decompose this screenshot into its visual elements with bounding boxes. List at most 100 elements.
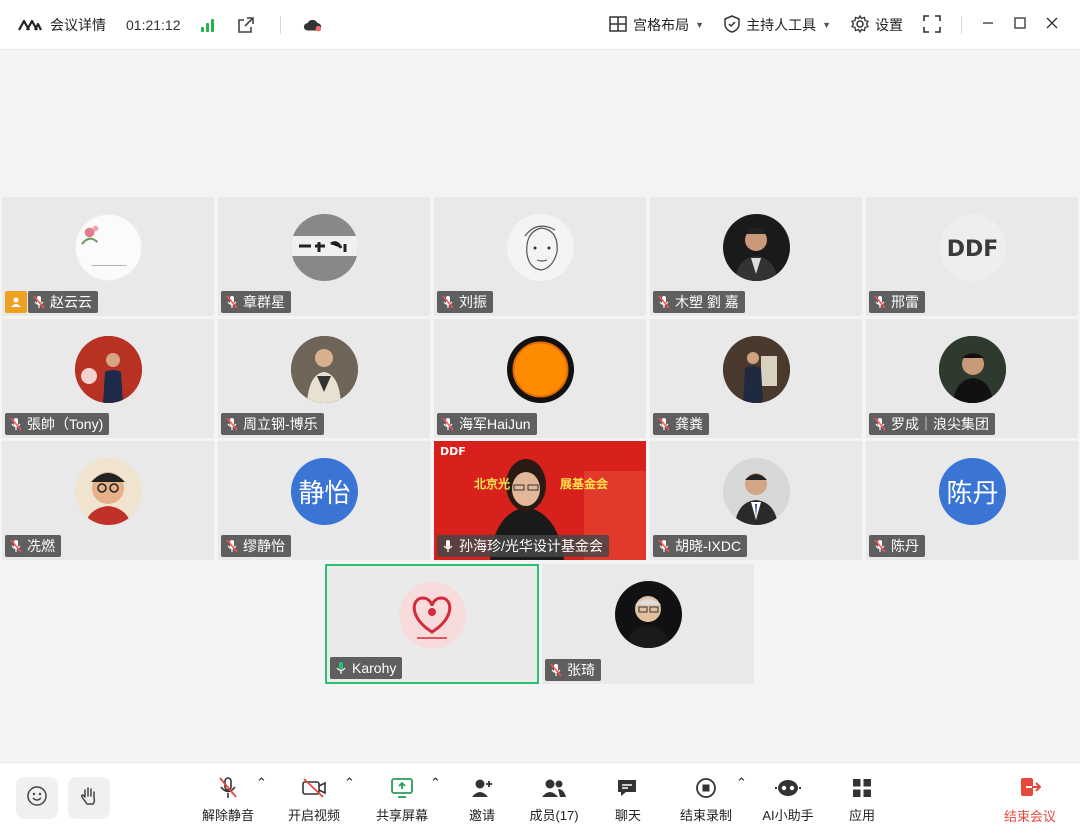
- chevron-up-icon[interactable]: ⌃: [344, 775, 355, 791]
- avatar: [75, 336, 142, 403]
- ai-assistant-button[interactable]: AI小助手: [760, 775, 816, 824]
- close-icon: [1046, 16, 1058, 34]
- participant-tile[interactable]: 赵云云: [2, 197, 214, 316]
- host-tools-button[interactable]: 主持人工具 ▼: [724, 14, 831, 36]
- mic-muted-icon: [873, 417, 887, 431]
- layout-label: 宫格布局: [633, 17, 690, 33]
- participant-name: 罗成｜浪尖集团: [891, 416, 989, 432]
- video-logo: DDF: [440, 445, 466, 458]
- chevron-up-icon[interactable]: ⌃: [256, 775, 267, 791]
- participant-tile[interactable]: 章群星: [218, 197, 430, 316]
- meeting-details-link[interactable]: 会议详情: [50, 15, 106, 35]
- nameplate: 龚粪: [653, 413, 709, 435]
- fullscreen-icon: [923, 14, 941, 36]
- participant-tile[interactable]: 陈丹 陈丹: [866, 441, 1078, 560]
- participant-tile[interactable]: 静怡 缪静怡: [218, 441, 430, 560]
- settings-button[interactable]: 设置: [851, 14, 903, 36]
- avatar: [723, 458, 790, 525]
- mic-muted-icon: [441, 295, 455, 309]
- share-screen-button[interactable]: 共享屏幕: [374, 775, 430, 824]
- participant-tile[interactable]: 周立钢-博乐: [218, 319, 430, 438]
- unmute-label: 解除静音: [201, 808, 254, 823]
- camera-off-icon: [301, 775, 327, 801]
- app-logo-icon: [18, 18, 42, 32]
- apps-label: 应用: [848, 808, 875, 823]
- nameplate: 海军HaiJun: [437, 413, 537, 435]
- divider: [961, 16, 962, 34]
- participant-tile[interactable]: 冼燃: [2, 441, 214, 560]
- avatar: [723, 214, 790, 281]
- mic-icon: [441, 539, 455, 553]
- participant-name: 缪静怡: [243, 538, 285, 554]
- emoji-reaction-button[interactable]: [16, 777, 58, 819]
- nameplate: 周立钢-博乐: [221, 413, 324, 435]
- ai-assistant-label: AI小助手: [762, 808, 814, 823]
- nameplate: 陈丹: [869, 535, 925, 557]
- participant-tile[interactable]: 刘振: [434, 197, 646, 316]
- avatar: [291, 214, 358, 281]
- raise-hand-button[interactable]: [68, 777, 110, 819]
- mic-muted-icon: [549, 663, 563, 677]
- members-button[interactable]: 成员(17): [525, 775, 583, 824]
- nameplate: 缪静怡: [221, 535, 291, 557]
- grid-layout-icon: [609, 15, 627, 35]
- mic-muted-icon: [9, 417, 23, 431]
- avatar: [723, 336, 790, 403]
- apps-grid-icon: [849, 775, 875, 801]
- avatar: [75, 214, 142, 281]
- video-grid: 赵云云 章群星 刘振 木塑 劉 嘉 DDF 邢雷 張帥（Tony) 周立钢-博乐…: [0, 51, 1080, 761]
- avatar: DDF: [939, 214, 1006, 281]
- chevron-up-icon[interactable]: ⌃: [736, 775, 747, 791]
- chevron-down-icon: ▼: [822, 20, 831, 30]
- network-signal-icon[interactable]: [200, 18, 214, 32]
- participant-tile[interactable]: 海军HaiJun: [434, 319, 646, 438]
- cloud-recording-icon[interactable]: [303, 15, 323, 35]
- minimize-button[interactable]: [972, 10, 1004, 40]
- exit-icon: [1018, 775, 1042, 802]
- svg-text:DDF: DDF: [947, 237, 999, 262]
- mic-muted-icon: [225, 539, 239, 553]
- participant-tile-speaking[interactable]: Karohy: [325, 564, 539, 684]
- participant-name: 刘振: [459, 294, 487, 310]
- settings-label: 设置: [875, 17, 903, 33]
- end-meeting-button[interactable]: 结束会议: [1004, 775, 1056, 825]
- close-button[interactable]: [1036, 10, 1068, 40]
- participant-tile[interactable]: 胡晓-IXDC: [650, 441, 862, 560]
- participant-tile[interactable]: 龚粪: [650, 319, 862, 438]
- mic-muted-icon: [215, 775, 241, 801]
- participant-name: 海军HaiJun: [459, 416, 531, 432]
- layout-button[interactable]: 宫格布局 ▼: [609, 15, 704, 35]
- fullscreen-button[interactable]: [923, 14, 941, 36]
- avatar: [939, 336, 1006, 403]
- participant-tile[interactable]: 张琦: [542, 564, 754, 684]
- mic-muted-icon: [225, 417, 239, 431]
- nameplate: 刘振: [437, 291, 493, 313]
- participant-name: 龚粪: [675, 416, 703, 432]
- participant-tile[interactable]: 罗成｜浪尖集团: [866, 319, 1078, 438]
- unmute-button[interactable]: 解除静音: [200, 775, 256, 824]
- invite-button[interactable]: 邀请: [462, 775, 502, 824]
- participant-tile[interactable]: DDF 邢雷: [866, 197, 1078, 316]
- end-recording-label: 结束录制: [679, 808, 732, 823]
- video-banner-right: 展基金会: [560, 477, 609, 491]
- record-stop-icon: [693, 775, 719, 801]
- avatar: [615, 581, 682, 648]
- members-label: 成员(17): [529, 808, 579, 823]
- mic-speaking-icon: [334, 661, 348, 675]
- start-video-label: 开启视频: [287, 808, 340, 823]
- participant-name: 邢雷: [891, 294, 919, 310]
- end-recording-button[interactable]: 结束录制: [678, 775, 734, 824]
- participant-tile[interactable]: 木塑 劉 嘉: [650, 197, 862, 316]
- start-video-button[interactable]: 开启视频: [286, 775, 342, 824]
- maximize-button[interactable]: [1004, 10, 1036, 40]
- participant-video-tile[interactable]: DDF 北京光 展基金会 孙海珍/光华设计基金会: [434, 441, 646, 560]
- nameplate: 罗成｜浪尖集团: [869, 413, 995, 435]
- popout-icon[interactable]: [236, 15, 256, 35]
- chat-button[interactable]: 聊天: [610, 775, 646, 824]
- chevron-up-icon[interactable]: ⌃: [430, 775, 441, 791]
- apps-button[interactable]: 应用: [844, 775, 880, 824]
- participant-name: 赵云云: [50, 294, 92, 310]
- participant-tile[interactable]: 張帥（Tony): [2, 319, 214, 438]
- avatar: [399, 582, 466, 649]
- participant-name: 張帥（Tony): [27, 416, 104, 432]
